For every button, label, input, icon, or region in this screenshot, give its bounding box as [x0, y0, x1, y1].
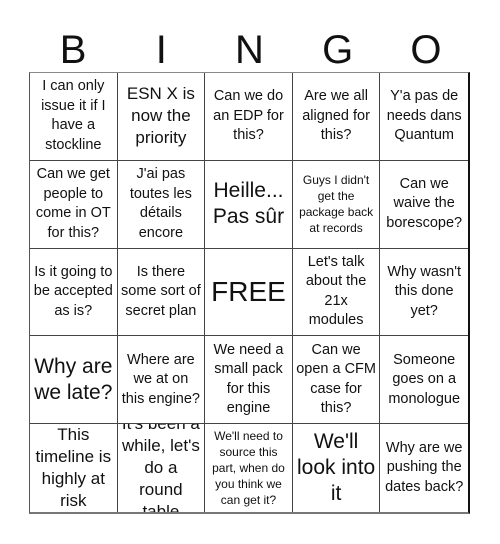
bingo-cell[interactable]: Guys I didn't get the package back at re… — [292, 160, 381, 249]
header-letter-b: B — [59, 28, 87, 72]
cell-text: Are we all aligned for this? — [302, 88, 370, 144]
bingo-cell[interactable]: We'll look into it — [293, 424, 381, 512]
bingo-cell[interactable]: It's been a while, let's do a round tabl… — [118, 424, 206, 512]
bingo-cell[interactable]: J'ai pas toutes les détails encore — [117, 160, 206, 249]
bingo-cell[interactable]: Is it going to be accepted as is? — [30, 248, 118, 337]
bingo-cell[interactable]: Why are we late? — [30, 336, 118, 425]
cell-text: We'll need to source this part, when do … — [212, 429, 285, 508]
bingo-cell[interactable]: Where are we at on this engine? — [117, 336, 206, 425]
cell-text: I can only issue it if I have a stocklin… — [41, 78, 106, 153]
cell-text: Is there some sort of secret plan — [121, 263, 201, 319]
cell-text: Let's talk about the 21x modules — [305, 253, 367, 329]
cell-text: ESN X is now the priority — [126, 84, 195, 148]
cell-text: J'ai pas toutes les détails encore — [129, 166, 192, 241]
cell-text: We'll look into it — [296, 430, 376, 506]
cell-text: This timeline is highly at risk — [35, 425, 112, 511]
cell-text: Y'a pas de needs dans Quantum — [386, 88, 462, 144]
cell-text: Where are we at on this engine? — [121, 351, 200, 407]
cell-text: Why are we pushing the dates back? — [385, 439, 464, 495]
bingo-cell[interactable]: Can we waive the borescope? — [380, 161, 468, 249]
bingo-cell[interactable]: Are we all aligned for this? — [292, 73, 381, 161]
cell-text: Someone goes on a monologue — [388, 351, 461, 407]
bingo-header: B I N G O — [29, 28, 470, 72]
free-space-label: FREE — [211, 275, 286, 307]
header-letter-g: G — [322, 28, 354, 72]
bingo-cell[interactable]: We need a small pack for this engine — [205, 336, 293, 425]
cell-text: Can we do an EDP for this? — [213, 88, 284, 144]
header-letter-i: I — [155, 28, 167, 72]
bingo-cell[interactable]: Let's talk about the 21x modules — [292, 248, 381, 337]
cell-text: Why are we late? — [34, 354, 113, 404]
cell-text: Can we get people to come in OT for this… — [35, 166, 111, 241]
bingo-cell[interactable]: Y'a pas de needs dans Quantum — [380, 73, 468, 161]
bingo-cell[interactable]: Can we do an EDP for this? — [205, 73, 293, 161]
cell-text: Heille... Pas sûr — [212, 179, 285, 229]
bingo-cell[interactable]: Why wasn't this done yet? — [380, 249, 468, 337]
cell-text: We need a small pack for this engine — [213, 341, 284, 417]
bingo-cell[interactable]: This timeline is highly at risk — [30, 424, 118, 512]
bingo-cell[interactable]: Can we get people to come in OT for this… — [30, 160, 118, 249]
bingo-cell[interactable]: Is there some sort of secret plan — [117, 248, 206, 337]
header-letter-n: N — [235, 28, 264, 72]
bingo-cell[interactable]: Someone goes on a monologue — [380, 336, 468, 425]
bingo-cell[interactable]: We'll need to source this part, when do … — [205, 424, 293, 512]
cell-text: Is it going to be accepted as is? — [33, 263, 113, 319]
header-letter-o: O — [410, 28, 442, 72]
cell-text: Can we open a CFM case for this? — [296, 341, 376, 417]
bingo-cell[interactable]: Heille... Pas sûr — [205, 160, 293, 249]
bingo-cell[interactable]: ESN X is now the priority — [117, 73, 206, 161]
bingo-cell[interactable]: Why are we pushing the dates back? — [380, 424, 468, 512]
cell-text: Can we waive the borescope? — [386, 175, 463, 231]
cell-text: Guys I didn't get the package back at re… — [299, 173, 374, 236]
bingo-grid: I can only issue it if I have a stocklin… — [29, 72, 470, 514]
cell-text: Why wasn't this done yet? — [387, 263, 462, 319]
cell-text: It's been a while, let's do a round tabl… — [121, 424, 200, 512]
bingo-cell[interactable]: Can we open a CFM case for this? — [292, 336, 381, 425]
bingo-cell[interactable]: I can only issue it if I have a stocklin… — [30, 73, 118, 161]
free-space-cell[interactable]: FREE — [205, 248, 293, 337]
